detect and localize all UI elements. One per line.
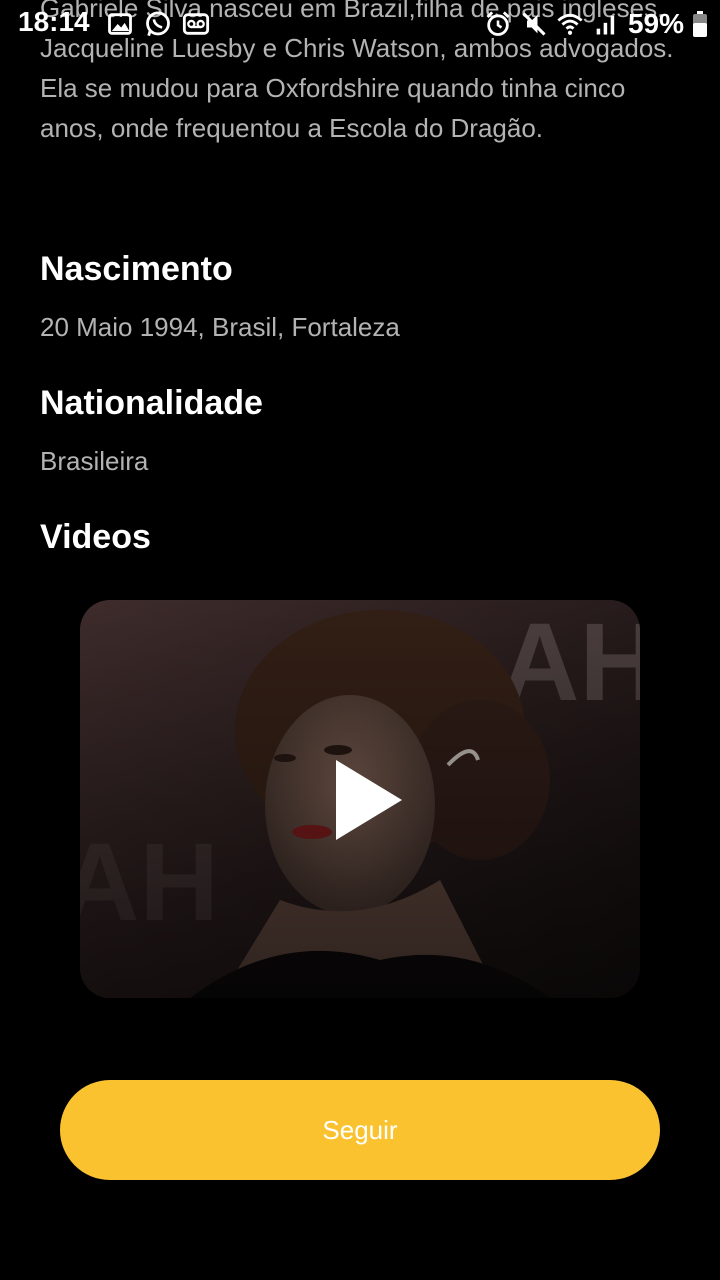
profile-screen: Gabriele Silva nasceu em Brazil,filha de…	[0, 0, 720, 1280]
status-bar: 18:14 59%	[0, 0, 720, 48]
voicemail-icon	[182, 13, 210, 35]
signal-icon	[596, 15, 615, 35]
birth-value: 20 Maio 1994, Brasil, Fortaleza	[40, 312, 400, 342]
follow-button[interactable]: Seguir	[60, 1080, 660, 1180]
gallery-icon	[108, 13, 132, 35]
videos-heading: Videos	[40, 518, 151, 556]
whatsapp-icon	[146, 11, 170, 37]
nationality-value: Brasileira	[40, 446, 149, 476]
wifi-icon	[557, 13, 583, 35]
mute-icon	[522, 12, 546, 36]
battery-percent: 59%	[627, 8, 684, 39]
status-time: 18:14	[18, 6, 90, 37]
play-icon[interactable]	[336, 760, 402, 840]
battery-icon	[693, 11, 707, 37]
notification-icons	[106, 10, 210, 38]
alarm-icon	[486, 11, 510, 36]
nationality-heading: Nationalidade	[40, 384, 263, 422]
birth-heading: Nascimento	[40, 250, 233, 288]
system-icons: 59%	[484, 8, 708, 40]
